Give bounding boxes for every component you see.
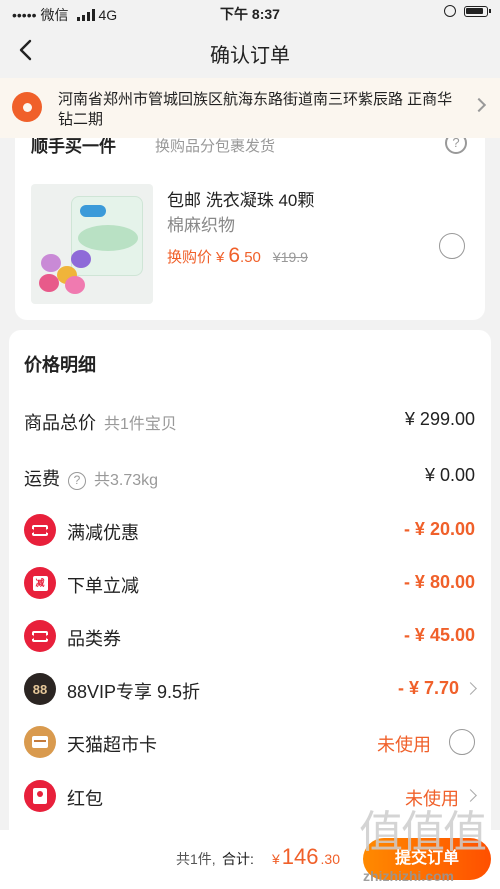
minus-icon: 减 [24, 567, 56, 599]
goods-total-label: 商品总价 [24, 413, 96, 433]
total-amount: ¥ 146 .30 [272, 844, 340, 870]
status-right [444, 5, 491, 17]
price-currency: ¥ [216, 249, 225, 266]
row-red-envelope[interactable]: 红包 未使用 [9, 776, 491, 816]
total-currency: ¥ [272, 851, 280, 867]
price-details-card: 价格明细 商品总价 共1件宝贝 ¥ 299.00 运费? 共3.73kg ¥ 0.0… [9, 330, 491, 830]
row-goods-total: 商品总价 共1件宝贝 ¥ 299.00 [9, 400, 491, 440]
addon-subtitle: 换购品分包裹发货 [155, 138, 276, 155]
full-reduction-label: 满减优惠 [67, 523, 139, 543]
chevron-right-icon [464, 682, 477, 695]
category-coupon-value: - ¥ 45.00 [403, 625, 475, 645]
vip-discount-label: 88VIP专享 9.5折 [67, 682, 201, 702]
price-integer: 6 [228, 244, 241, 267]
addon-title: 顺手买一件 [31, 138, 116, 156]
row-order-discount[interactable]: 减 下单立减 - ¥ 80.00 [9, 563, 491, 603]
ticket-icon [24, 514, 56, 546]
tmall-card-label: 天猫超市卡 [67, 735, 157, 755]
chevron-right-icon [464, 789, 477, 802]
price-label: 换购价 [167, 249, 213, 266]
status-time: 下午 8:37 [220, 6, 280, 22]
row-tmall-card[interactable]: 天猫超市卡 未使用 [9, 722, 491, 762]
address-bar[interactable]: 河南省郑州市管城回族区航海东路街道南三环紫辰路 正商华钻二期 [0, 78, 500, 138]
row-88vip[interactable]: 88 88VIP专享 9.5折 - ¥ 7.70 [9, 669, 491, 709]
tmall-card-status: 未使用 [377, 735, 431, 755]
item-count: 共1件, [176, 851, 216, 867]
goods-total-value: ¥ 299.00 [404, 409, 475, 429]
product-image[interactable] [31, 184, 153, 304]
battery-icon [464, 5, 491, 17]
red-envelope-icon [24, 780, 56, 812]
category-coupon-label: 品类券 [67, 629, 121, 649]
location-pin-icon [12, 92, 42, 122]
nav-bar: 确认订单 [0, 26, 500, 76]
checkout-bar: 共1件, 合计: ¥ 146 .30 提交订单 [0, 830, 500, 889]
original-price: ¥19.9 [272, 249, 308, 265]
total-label: 合计: [222, 851, 254, 867]
ticket-icon [24, 620, 56, 652]
submit-order-button[interactable]: 提交订单 [363, 838, 491, 880]
total-decimal: .30 [320, 851, 340, 867]
product-title[interactable]: 包邮 洗衣凝珠 40颗 [167, 186, 314, 211]
chevron-right-icon [471, 97, 487, 113]
full-reduction-value: - ¥ 20.00 [403, 519, 475, 539]
total-integer: 146 [281, 844, 319, 869]
status-bar: ••••• 微信 4G 下午 8:37 [0, 0, 500, 26]
red-envelope-label: 红包 [67, 789, 103, 809]
vip88-icon: 88 [24, 673, 56, 705]
shipping-weight: 共3.73kg [94, 472, 159, 489]
row-category-coupon[interactable]: 品类券 - ¥ 45.00 [9, 616, 491, 656]
red-envelope-status: 未使用 [405, 789, 459, 809]
product-subtitle: 棉麻织物 [167, 216, 235, 235]
shipping-label: 运费 [24, 469, 60, 489]
vip-discount-value: - ¥ 7.70 [397, 678, 459, 698]
shipping-value: ¥ 0.00 [424, 465, 475, 485]
row-full-reduction[interactable]: 满减优惠 - ¥ 20.00 [9, 510, 491, 550]
help-icon[interactable]: ? [68, 472, 86, 490]
card-icon [24, 726, 56, 758]
order-discount-value: - ¥ 80.00 [403, 572, 475, 592]
price-decimal: .50 [240, 249, 261, 266]
addon-select-radio[interactable] [439, 233, 465, 259]
order-discount-label: 下单立减 [67, 576, 139, 596]
addon-card: 顺手买一件 换购品分包裹发货 ? 包邮 洗衣凝珠 40颗 棉麻织物 换购价 ¥ … [15, 138, 485, 320]
row-shipping: 运费? 共3.73kg ¥ 0.00 [9, 456, 491, 496]
goods-total-sub: 共1件宝贝 [104, 416, 177, 433]
price-details-title: 价格明细 [24, 355, 96, 375]
rotation-lock-icon [444, 5, 456, 17]
page-title: 确认订单 [210, 45, 290, 67]
product-price: 换购价 ¥ 6.50 ¥19.9 [167, 244, 308, 268]
help-icon[interactable]: ? [445, 138, 467, 154]
tmall-card-radio[interactable] [449, 729, 475, 755]
address-text: 河南省郑州市管城回族区航海东路街道南三环紫辰路 正商华钻二期 [58, 91, 453, 128]
